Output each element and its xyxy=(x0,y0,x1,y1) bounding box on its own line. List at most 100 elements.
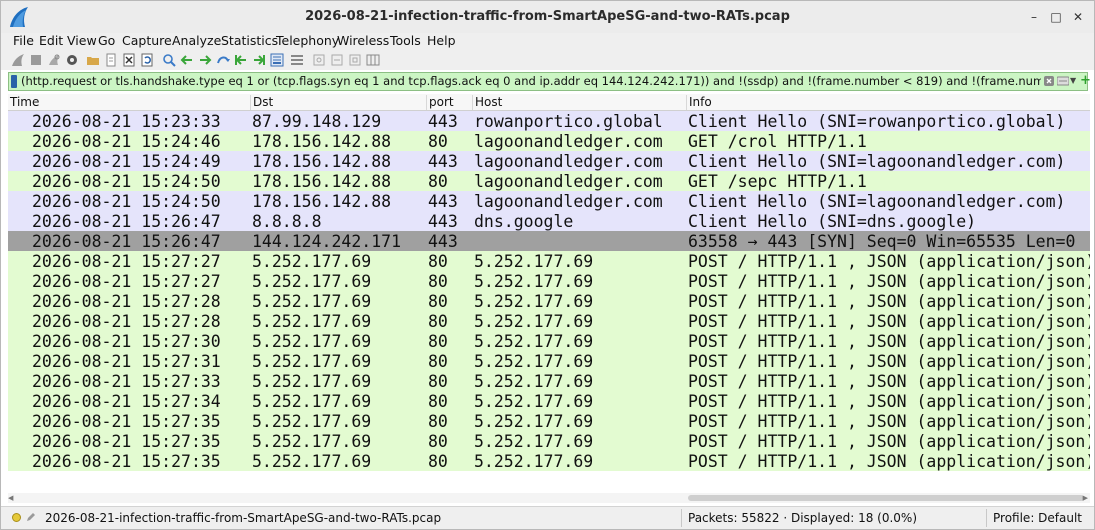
cell-port: 80 xyxy=(428,272,448,291)
open-folder-icon[interactable] xyxy=(86,53,100,67)
reload-icon[interactable] xyxy=(140,53,154,67)
packet-row[interactable]: 2026-08-21 15:26:47 8.8.8.8 443 dns.google C… xyxy=(8,211,1090,231)
cell-port: 80 xyxy=(428,392,448,411)
display-filter-input[interactable]: (http.request or tls.handshake.type eq 1… xyxy=(21,74,1041,90)
cell-host: 5.252.177.69 xyxy=(474,332,594,351)
column-header-info[interactable]: Info xyxy=(686,95,712,110)
cell-dst: 87.99.148.129 xyxy=(252,112,382,131)
normal-size-icon[interactable] xyxy=(348,53,362,67)
filter-bookmark-icon[interactable] xyxy=(11,75,17,88)
cell-host: lagoonandledger.com xyxy=(474,172,663,191)
cell-info: GET /crol HTTP/1.1 xyxy=(688,132,867,151)
go-to-packet-icon[interactable] xyxy=(216,53,230,67)
cell-port: 443 xyxy=(428,232,458,251)
menu-telephony[interactable]: Telephony xyxy=(276,33,339,48)
column-header-port[interactable]: port xyxy=(426,95,454,110)
packet-row[interactable]: 2026-08-21 15:27:30 5.252.177.69 80 5.252.1… xyxy=(8,331,1090,351)
last-packet-icon[interactable] xyxy=(252,53,266,67)
cell-info: POST / HTTP/1.1 , JSON (application/json… xyxy=(688,432,1090,451)
packet-row[interactable]: 2026-08-21 15:26:47 144.124.242.171 443 635… xyxy=(8,231,1090,251)
packet-row[interactable]: 2026-08-21 15:27:35 5.252.177.69 80 5.252.1… xyxy=(8,431,1090,451)
maximize-button[interactable]: □ xyxy=(1047,8,1065,26)
packet-row[interactable]: 2026-08-21 15:24:49 178.156.142.88 443 lago… xyxy=(8,151,1090,171)
menu-file[interactable]: File xyxy=(13,33,34,48)
packet-row[interactable]: 2026-08-21 15:27:27 5.252.177.69 80 5.252.1… xyxy=(8,251,1090,271)
cell-host: 5.252.177.69 xyxy=(474,452,594,471)
cell-time: 2026-08-21 15:27:35 xyxy=(32,432,221,451)
cell-info: POST / HTTP/1.1 , JSON (application/json… xyxy=(688,272,1090,291)
chevron-down-icon[interactable]: ▼ xyxy=(1070,76,1076,85)
packet-row[interactable]: 2026-08-21 15:27:33 5.252.177.69 80 5.252.1… xyxy=(8,371,1090,391)
menu-view[interactable]: View xyxy=(67,33,97,48)
packet-row[interactable]: 2026-08-21 15:23:33 87.99.148.129 443 rowan… xyxy=(8,111,1090,131)
zoom-in-icon[interactable] xyxy=(312,53,326,67)
column-header-host[interactable]: Host xyxy=(472,95,502,110)
packet-row[interactable]: 2026-08-21 15:27:31 5.252.177.69 80 5.252.1… xyxy=(8,351,1090,371)
cell-host: 5.252.177.69 xyxy=(474,432,594,451)
cell-dst: 5.252.177.69 xyxy=(252,392,372,411)
menu-wireless[interactable]: Wireless xyxy=(337,33,389,48)
add-filter-button-icon[interactable]: + xyxy=(1080,73,1091,88)
packet-row[interactable]: 2026-08-21 15:27:34 5.252.177.69 80 5.252.1… xyxy=(8,391,1090,411)
menu-capture[interactable]: Capture xyxy=(122,33,172,48)
stop-square-icon[interactable] xyxy=(29,53,43,67)
clear-filter-icon[interactable] xyxy=(1044,75,1054,87)
back-arrow-icon[interactable] xyxy=(180,53,194,67)
cell-dst: 178.156.142.88 xyxy=(252,132,392,151)
search-icon[interactable] xyxy=(162,53,176,67)
cell-time: 2026-08-21 15:24:50 xyxy=(32,172,221,191)
minimize-button[interactable]: – xyxy=(1025,8,1043,26)
cell-port: 443 xyxy=(428,112,458,131)
menu-tools[interactable]: Tools xyxy=(390,33,421,48)
first-packet-icon[interactable] xyxy=(234,53,248,67)
packet-row[interactable]: 2026-08-21 15:27:35 5.252.177.69 80 5.252.1… xyxy=(8,451,1090,471)
cell-dst: 5.252.177.69 xyxy=(252,412,372,431)
expert-info-icon[interactable] xyxy=(12,513,21,522)
scroll-right-icon[interactable]: ▶ xyxy=(1083,494,1088,502)
cell-port: 80 xyxy=(428,252,448,271)
column-header-dst[interactable]: Dst xyxy=(250,95,273,110)
close-button[interactable]: ✕ xyxy=(1069,8,1087,26)
scrollbar-thumb[interactable] xyxy=(688,495,1084,501)
packet-list-empty-area xyxy=(8,471,1090,493)
zoom-out-icon[interactable] xyxy=(330,53,344,67)
cell-info: POST / HTTP/1.1 , JSON (application/json… xyxy=(688,392,1090,411)
cell-time: 2026-08-21 15:27:28 xyxy=(32,292,221,311)
horizontal-scrollbar[interactable]: ◀ ▶ xyxy=(8,493,1090,503)
wireshark-window: 2026-08-21-infection-traffic-from-SmartA… xyxy=(0,0,1095,530)
main-toolbar xyxy=(1,50,1094,70)
colorize-icon[interactable] xyxy=(290,53,304,67)
packet-row[interactable]: 2026-08-21 15:24:46 178.156.142.88 80 lagoo… xyxy=(8,131,1090,151)
shark-fin-start-icon[interactable] xyxy=(11,53,25,67)
menu-help[interactable]: Help xyxy=(427,33,456,48)
menu-edit[interactable]: Edit xyxy=(39,33,63,48)
forward-arrow-icon[interactable] xyxy=(198,53,212,67)
packet-row[interactable]: 2026-08-21 15:24:50 178.156.142.88 80 lagoo… xyxy=(8,171,1090,191)
cell-host: 5.252.177.69 xyxy=(474,292,594,311)
column-header-time[interactable]: Time xyxy=(8,95,39,110)
cell-dst: 5.252.177.69 xyxy=(252,452,372,471)
display-filter-bar[interactable]: (http.request or tls.handshake.type eq 1… xyxy=(8,72,1091,91)
file-icon[interactable] xyxy=(104,53,118,67)
status-profile[interactable]: Profile: Default xyxy=(993,511,1082,525)
packet-row[interactable]: 2026-08-21 15:27:27 5.252.177.69 80 5.252.1… xyxy=(8,271,1090,291)
cell-info: POST / HTTP/1.1 , JSON (application/json… xyxy=(688,252,1090,271)
cell-dst: 5.252.177.69 xyxy=(252,272,372,291)
scroll-left-icon[interactable]: ◀ xyxy=(8,494,13,502)
edit-comment-icon[interactable] xyxy=(25,511,37,523)
packet-row[interactable]: 2026-08-21 15:27:35 5.252.177.69 80 5.252.1… xyxy=(8,411,1090,431)
cell-time: 2026-08-21 15:27:28 xyxy=(32,312,221,331)
close-file-icon[interactable] xyxy=(122,53,136,67)
packet-row[interactable]: 2026-08-21 15:27:28 5.252.177.69 80 5.252.1… xyxy=(8,291,1090,311)
menu-statistics[interactable]: Statistics xyxy=(221,33,278,48)
packet-row[interactable]: 2026-08-21 15:27:28 5.252.177.69 80 5.252.1… xyxy=(8,311,1090,331)
cell-host: 5.252.177.69 xyxy=(474,252,594,271)
menu-go[interactable]: Go xyxy=(98,33,115,48)
autoscroll-icon[interactable] xyxy=(270,53,284,67)
restart-icon[interactable] xyxy=(47,53,61,67)
menu-analyze[interactable]: Analyze xyxy=(172,33,221,48)
recent-filters-icon[interactable] xyxy=(1057,75,1069,87)
packet-row[interactable]: 2026-08-21 15:24:50 178.156.142.88 443 lago… xyxy=(8,191,1090,211)
resize-columns-icon[interactable] xyxy=(366,53,380,67)
options-gear-icon[interactable] xyxy=(65,53,79,67)
